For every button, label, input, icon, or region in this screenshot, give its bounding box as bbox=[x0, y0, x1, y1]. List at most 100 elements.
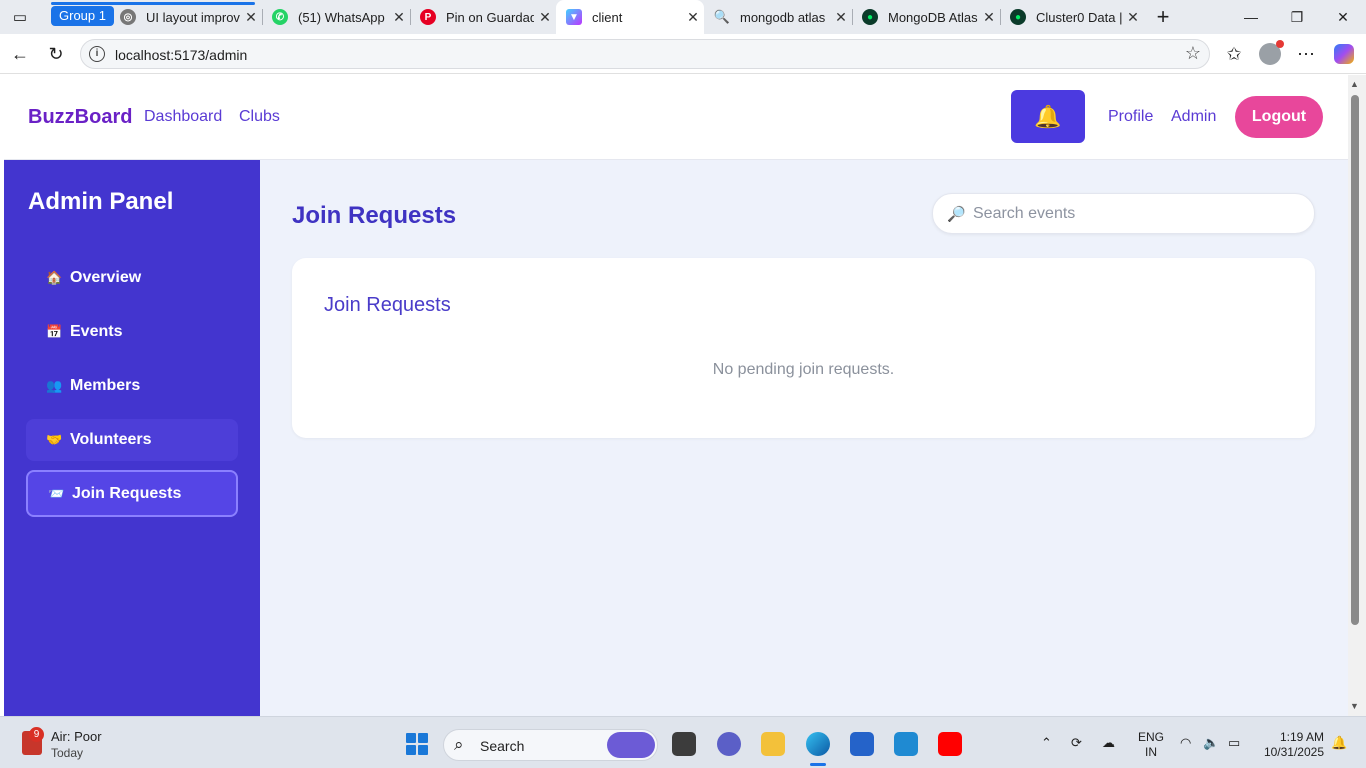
brand-logo[interactable]: BuzzBoard bbox=[28, 106, 132, 129]
minimize-icon[interactable]: — bbox=[1228, 0, 1274, 34]
weather-badge: 9 bbox=[29, 727, 44, 742]
close-icon[interactable]: ✕ bbox=[978, 9, 1000, 26]
browser-tab[interactable]: 🔍 mongodb atlas ✕ bbox=[704, 0, 852, 34]
close-icon[interactable]: ✕ bbox=[830, 9, 852, 26]
sidebar-item-overview[interactable]: 🏠 Overview bbox=[26, 257, 238, 299]
favorites-icon[interactable]: ✩ bbox=[1220, 41, 1248, 67]
browser-tab[interactable]: ● Cluster0 Data | C ✕ bbox=[1000, 0, 1144, 34]
top-navbar: BuzzBoard Dashboard Clubs 🔔 Profile Admi… bbox=[4, 75, 1348, 160]
restore-icon[interactable]: ❐ bbox=[1274, 0, 1320, 34]
weather-subtitle: Today bbox=[51, 746, 84, 760]
empty-state-message: No pending join requests. bbox=[712, 361, 895, 378]
page-scrollbar[interactable]: ▲ ▼ bbox=[1348, 75, 1366, 716]
site-info-icon[interactable]: i bbox=[89, 46, 105, 62]
close-icon[interactable]: ✕ bbox=[388, 9, 410, 26]
file-explorer-icon[interactable] bbox=[761, 732, 785, 756]
calendar-icon: 📅 bbox=[46, 324, 63, 339]
clock-time: 1:19 AM bbox=[1279, 730, 1324, 744]
page-title: Join Requests bbox=[292, 202, 457, 229]
back-arrow-icon[interactable]: ← bbox=[6, 41, 34, 67]
copilot-icon[interactable] bbox=[1330, 41, 1358, 67]
home-icon: 🏠 bbox=[46, 270, 63, 285]
handshake-icon: 🤝 bbox=[46, 432, 63, 447]
nav-link-dashboard[interactable]: Dashboard bbox=[144, 108, 222, 126]
clock-date: 10/31/2025 bbox=[1263, 745, 1324, 759]
browser-tab[interactable]: ◎ UI layout improv ✕ bbox=[110, 0, 262, 34]
language-indicator[interactable]: ENG IN bbox=[1138, 730, 1164, 760]
scroll-down-icon[interactable]: ▼ bbox=[1350, 701, 1359, 711]
close-icon[interactable]: ✕ bbox=[682, 9, 704, 26]
browser-tab[interactable]: P Pin on Guardado ✕ bbox=[410, 0, 556, 34]
envelope-icon: 📨 bbox=[48, 485, 65, 501]
card-title: Join Requests bbox=[324, 294, 451, 316]
app-page: BuzzBoard Dashboard Clubs 🔔 Profile Admi… bbox=[4, 75, 1348, 716]
language-code: ENG bbox=[1138, 730, 1165, 744]
tab-title: mongodb atlas bbox=[740, 9, 826, 25]
windows-start-icon[interactable] bbox=[406, 733, 428, 755]
edge-browser-icon[interactable] bbox=[806, 732, 830, 756]
whatsapp-icon: ✆ bbox=[272, 9, 288, 25]
onedrive-icon[interactable]: ☁ bbox=[1102, 735, 1115, 751]
sidebar-title: Admin Panel bbox=[28, 188, 174, 215]
sidebar-item-members[interactable]: 👥 Members bbox=[26, 365, 238, 407]
refresh-icon[interactable]: ↻ bbox=[42, 41, 70, 67]
sidebar-item-join-requests[interactable]: 📨 Join Requests bbox=[26, 470, 238, 517]
nav-link-admin[interactable]: Admin bbox=[1171, 108, 1216, 126]
vscode-icon[interactable] bbox=[894, 732, 918, 756]
tray-overflow-icon[interactable]: ⌃ bbox=[1041, 735, 1052, 751]
tab-actions-icon[interactable]: ▭ bbox=[6, 5, 34, 29]
sidebar-item-label: Volunteers bbox=[70, 431, 152, 448]
tab-title: Pin on Guardado bbox=[446, 9, 534, 25]
tab-title: MongoDB Atlas bbox=[888, 9, 978, 25]
notification-bell-icon[interactable]: 🔔 bbox=[1331, 735, 1347, 751]
teams-chat-icon[interactable] bbox=[717, 732, 741, 756]
scroll-up-icon[interactable]: ▲ bbox=[1350, 79, 1359, 89]
nav-link-profile[interactable]: Profile bbox=[1108, 108, 1153, 126]
mongodb-icon: ● bbox=[862, 9, 878, 25]
address-url[interactable]: localhost:5173/admin bbox=[115, 47, 247, 63]
close-icon[interactable]: ✕ bbox=[1122, 9, 1144, 26]
volume-icon[interactable]: 🔈 bbox=[1203, 735, 1219, 751]
tab-title: UI layout improv bbox=[146, 9, 240, 25]
task-view-icon[interactable] bbox=[672, 732, 696, 756]
sidebar-item-events[interactable]: 📅 Events bbox=[26, 311, 238, 353]
search-bar[interactable]: 🔎 bbox=[932, 193, 1315, 234]
wifi-icon[interactable]: ◠ bbox=[1180, 735, 1191, 751]
taskbar-search[interactable]: ⌕ Search bbox=[443, 729, 658, 761]
sidebar-item-volunteers[interactable]: 🤝 Volunteers bbox=[26, 419, 238, 461]
active-app-indicator bbox=[810, 763, 826, 766]
pinterest-icon: P bbox=[420, 9, 436, 25]
weather-title[interactable]: Air: Poor bbox=[51, 729, 102, 744]
taskbar-clock[interactable]: 1:19 AM 10/31/2025 bbox=[1260, 730, 1324, 760]
microsoft-store-icon[interactable] bbox=[850, 732, 874, 756]
search-input[interactable] bbox=[973, 202, 1293, 226]
battery-icon[interactable]: ▭ bbox=[1228, 735, 1240, 751]
tab-group-label[interactable]: Group 1 bbox=[51, 6, 114, 26]
nav-link-clubs[interactable]: Clubs bbox=[239, 108, 280, 126]
close-icon[interactable]: ✕ bbox=[240, 9, 262, 26]
admin-sidebar: Admin Panel 🏠 Overview 📅 Events 👥 Member… bbox=[4, 160, 260, 716]
close-icon[interactable]: ✕ bbox=[534, 9, 556, 26]
sync-icon[interactable]: ⟳ bbox=[1071, 735, 1082, 751]
browser-tab-active[interactable]: ▼ client ✕ bbox=[556, 0, 704, 34]
bookmark-star-icon[interactable]: ☆ bbox=[1185, 43, 1201, 64]
region-code: IN bbox=[1145, 745, 1157, 759]
notifications-button[interactable]: 🔔 bbox=[1011, 90, 1085, 143]
chatgpt-icon: ◎ bbox=[120, 9, 136, 25]
search-icon: 🔎 bbox=[947, 206, 966, 223]
browser-tab[interactable]: ● MongoDB Atlas ✕ bbox=[852, 0, 1000, 34]
more-options-icon[interactable]: ⋯ bbox=[1292, 41, 1320, 67]
profile-avatar-icon[interactable] bbox=[1256, 40, 1284, 67]
scrollbar-thumb[interactable] bbox=[1351, 95, 1359, 625]
browser-tab[interactable]: ✆ (51) WhatsApp ✕ bbox=[262, 0, 410, 34]
browser-tab-strip: ▭ Group 1 ◎ UI layout improv ✕ ✆ (51) Wh… bbox=[0, 0, 1366, 34]
sidebar-item-label: Overview bbox=[70, 269, 142, 286]
logout-button[interactable]: Logout bbox=[1235, 96, 1323, 138]
new-tab-icon[interactable]: + bbox=[1149, 4, 1177, 29]
window-close-icon[interactable]: ✕ bbox=[1320, 0, 1366, 34]
search-icon: ⌕ bbox=[454, 735, 464, 754]
address-bar[interactable]: i localhost:5173/admin ☆ bbox=[80, 39, 1210, 69]
sidebar-item-label: Events bbox=[70, 323, 123, 340]
tab-title: client bbox=[592, 9, 623, 25]
youtube-icon[interactable] bbox=[938, 732, 962, 756]
